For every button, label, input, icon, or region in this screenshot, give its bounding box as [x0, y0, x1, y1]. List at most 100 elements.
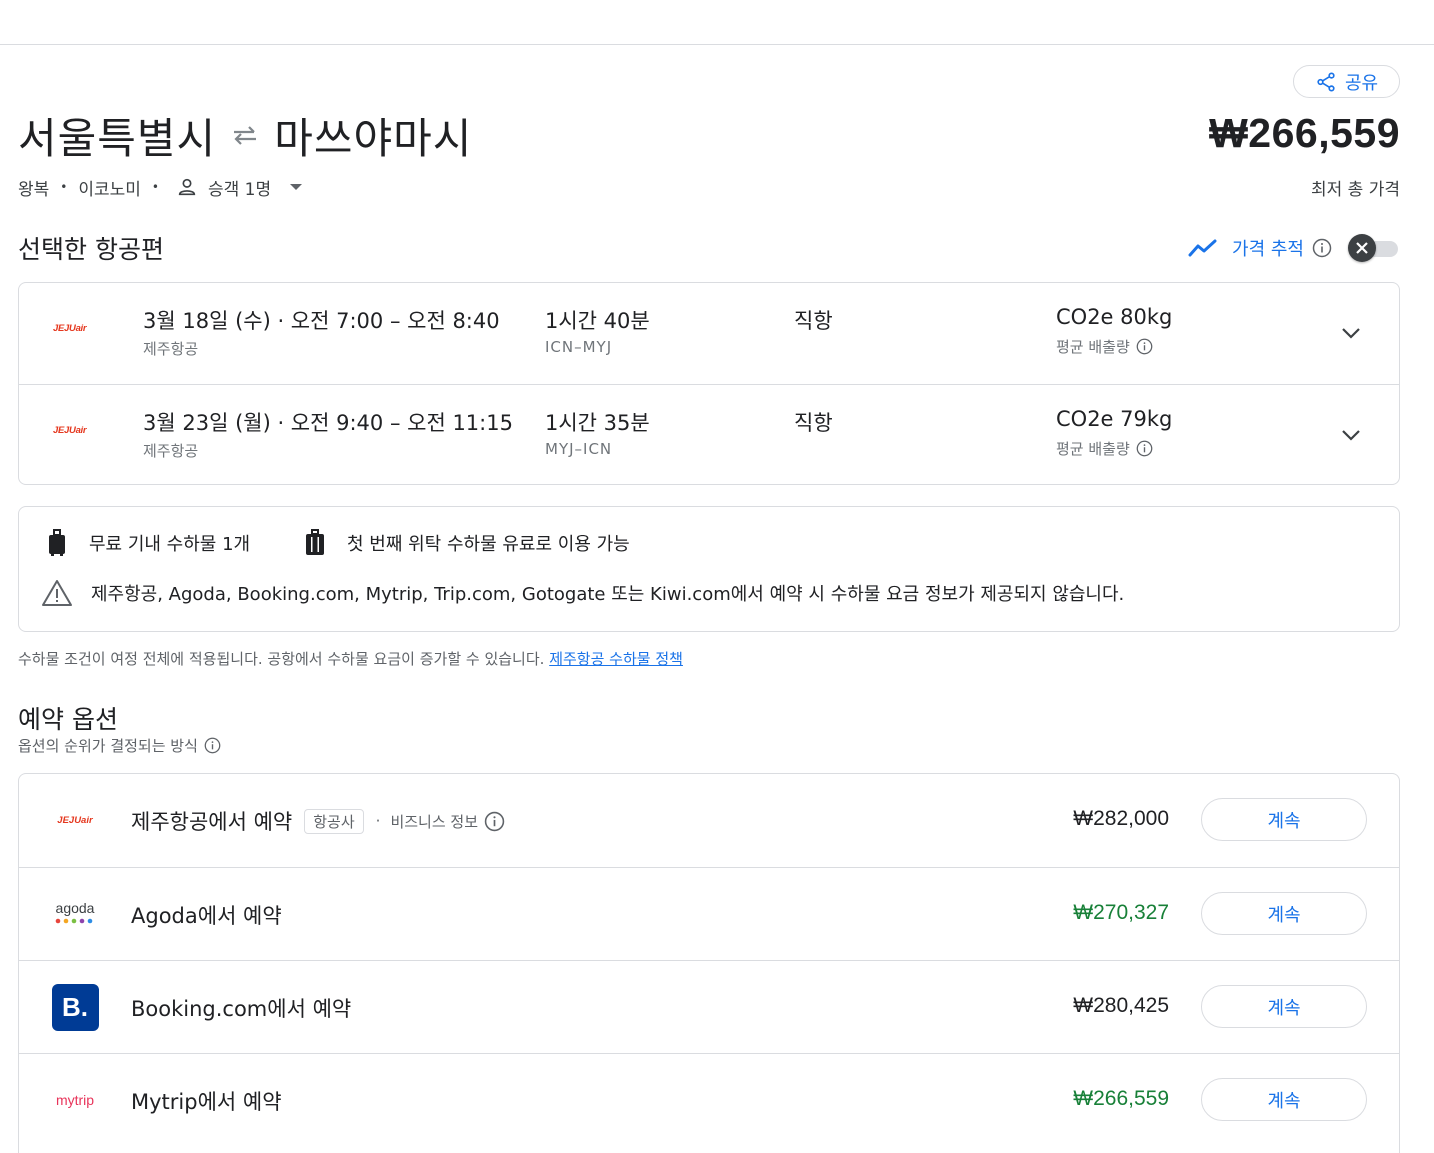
agoda-logo-mark: agoda	[56, 900, 95, 924]
info-icon[interactable]	[1136, 338, 1153, 355]
booking-option-name: Booking.com에서 예약	[131, 993, 351, 1023]
separator-dot: •	[60, 180, 68, 194]
flight-stops: 직항	[794, 309, 833, 333]
trend-icon	[1188, 239, 1217, 257]
separator-dot: •	[151, 180, 159, 194]
option-name-text: Booking.com에서 예약	[131, 997, 352, 1021]
route-title: 서울특별시 마쓰야마시	[18, 106, 472, 164]
bookingcom-logo: B.	[51, 983, 99, 1031]
flight-route: MYJ–ICN	[545, 440, 613, 458]
jejuair-logo: JEJUair	[51, 796, 99, 844]
business-info-text: 비즈니스 정보	[390, 812, 479, 831]
checked-bag-info: 첫 번째 위탁 수하물 유료로 이용 가능	[305, 529, 630, 557]
warning-icon	[42, 580, 72, 606]
jejuair-logo-text: JEJUair	[57, 814, 93, 826]
baggage-note: 수하물 조건이 여정 전체에 적용됩니다. 공항에서 수하물 요금이 증가할 수…	[18, 648, 683, 669]
info-icon[interactable]	[484, 811, 505, 832]
baggage-warning: 제주항공, Agoda, Booking.com, Mytrip, Trip.c…	[41, 579, 1124, 607]
carry-on-text: 무료 기내 수하물 1개	[89, 534, 251, 555]
business-info[interactable]: · 비즈니스 정보	[376, 811, 505, 832]
destination-city: 마쓰야마시	[274, 113, 473, 163]
option-name-text: Agoda에서 예약	[131, 904, 282, 928]
baggage-note-text: 수하물 조건이 여정 전체에 적용됩니다. 공항에서 수하물 요금이 증가할 수…	[18, 650, 545, 668]
bookingcom-logo-mark: B.	[51, 983, 99, 1031]
separator-dot: ·	[375, 812, 381, 830]
passenger-count[interactable]: 승객 1명	[208, 175, 271, 200]
price-tracking: 가격 추적	[1188, 233, 1400, 263]
cabin-class: 이코노미	[78, 179, 141, 200]
total-price: ₩266,559	[1209, 110, 1400, 156]
option-price: ₩266,559	[1073, 1087, 1169, 1110]
booking-option-jejuair: JEJUair 제주항공에서 예약 항공사 · 비즈니스 정보 ₩282,000…	[19, 774, 1399, 867]
flight-duration: 1시간 40분	[545, 309, 650, 333]
checked-bag-icon	[306, 529, 324, 555]
booking-option-mytrip: mytrip Mytrip에서 예약 ₩266,559 계속	[19, 1053, 1399, 1146]
option-name-text: Mytrip에서 예약	[131, 1090, 282, 1114]
chevron-down-icon[interactable]	[1339, 323, 1363, 343]
flight-row-outbound[interactable]: JEJUair 3월 18일 (수) · 오전 7:00 – 오전 8:40 제…	[19, 283, 1399, 383]
agoda-logo: agoda	[51, 890, 99, 938]
carry-on-info: 무료 기내 수하물 1개	[47, 529, 250, 557]
booking-option-bookingcom: B. Booking.com에서 예약 ₩280,425 계속	[19, 960, 1399, 1053]
origin-city: 서울특별시	[18, 113, 217, 163]
flight-co2-label: 평균 배출량	[1056, 336, 1153, 357]
continue-button[interactable]: 계속	[1201, 798, 1367, 841]
info-icon[interactable]	[1312, 238, 1332, 258]
flight-route: ICN–MYJ	[545, 338, 613, 356]
option-price: ₩270,327	[1073, 901, 1169, 924]
airline-chip: 항공사	[304, 808, 364, 834]
info-icon[interactable]	[1136, 440, 1153, 457]
baggage-policy-link[interactable]: 제주항공 수하물 정책	[549, 650, 683, 668]
flight-times: 3월 23일 (월) · 오전 9:40 – 오전 11:15	[143, 411, 513, 435]
top-divider	[0, 44, 1434, 45]
carry-on-bag-icon	[49, 529, 65, 556]
flight-co2: CO2e 80kg	[1056, 305, 1173, 329]
booking-option-name: Mytrip에서 예약	[131, 1086, 282, 1116]
co2-label-text: 평균 배출량	[1056, 440, 1130, 458]
swap-arrows-icon	[234, 126, 257, 145]
baggage-warning-text: 제주항공, Agoda, Booking.com, Mytrip, Trip.c…	[91, 584, 1125, 605]
flight-row-return[interactable]: JEJUair 3월 23일 (월) · 오전 9:40 – 오전 11:15 …	[19, 384, 1399, 484]
price-tracking-label: 가격 추적	[1232, 239, 1304, 260]
flight-duration: 1시간 35분	[545, 411, 650, 435]
option-name-text: 제주항공에서 예약	[131, 810, 293, 834]
booking-options-title: 예약 옵션	[18, 705, 118, 734]
flight-co2: CO2e 79kg	[1056, 407, 1173, 431]
selected-flights-card: JEJUair 3월 18일 (수) · 오전 7:00 – 오전 8:40 제…	[18, 282, 1400, 485]
jejuair-logo: JEJUair	[53, 323, 87, 334]
ranking-explanation[interactable]: 옵션의 순위가 결정되는 방식	[18, 735, 221, 756]
close-icon	[1356, 242, 1368, 254]
share-button[interactable]: 공유	[1293, 65, 1400, 98]
booking-option-agoda: agoda Agoda에서 예약 ₩270,327 계속	[19, 867, 1399, 960]
continue-button[interactable]: 계속	[1201, 1078, 1367, 1121]
toggle-knob	[1348, 234, 1376, 262]
flight-co2-label: 평균 배출량	[1056, 438, 1153, 459]
option-price: ₩282,000	[1073, 807, 1169, 830]
mytrip-logo: mytrip	[51, 1076, 99, 1124]
share-label: 공유	[1344, 72, 1379, 94]
total-price-label: 최저 총 가격	[1310, 180, 1400, 200]
baggage-info-card: 무료 기내 수하물 1개 첫 번째 위탁 수하물 유료로 이용 가능 제주항공,…	[18, 506, 1400, 632]
ranking-explanation-text: 옵션의 순위가 결정되는 방식	[18, 737, 198, 755]
booking-option-name: 제주항공에서 예약 항공사 · 비즈니스 정보	[131, 806, 505, 836]
price-tracking-toggle[interactable]	[1348, 234, 1400, 262]
flight-stops: 직항	[794, 411, 833, 435]
flight-airline: 제주항공	[143, 442, 199, 460]
agoda-wordmark: agoda	[56, 900, 95, 916]
caret-down-icon[interactable]	[289, 182, 303, 192]
trip-type: 왕복	[18, 179, 50, 200]
continue-button[interactable]: 계속	[1201, 892, 1367, 935]
flight-times: 3월 18일 (수) · 오전 7:00 – 오전 8:40	[143, 309, 500, 333]
checked-bag-text: 첫 번째 위탁 수하물 유료로 이용 가능	[347, 534, 630, 555]
trip-meta: 왕복 • 이코노미 • 승객 1명	[18, 175, 303, 200]
selected-flights-title: 선택한 항공편	[18, 235, 164, 264]
co2-label-text: 평균 배출량	[1056, 338, 1130, 356]
mytrip-wordmark: mytrip	[55, 1092, 95, 1108]
option-price: ₩280,425	[1073, 994, 1169, 1017]
booking-options-card: JEJUair 제주항공에서 예약 항공사 · 비즈니스 정보 ₩282,000…	[18, 773, 1400, 1153]
share-icon	[1317, 71, 1335, 92]
continue-button[interactable]: 계속	[1201, 985, 1367, 1028]
info-icon[interactable]	[204, 737, 221, 754]
chevron-down-icon[interactable]	[1339, 425, 1363, 445]
person-icon	[178, 178, 196, 196]
